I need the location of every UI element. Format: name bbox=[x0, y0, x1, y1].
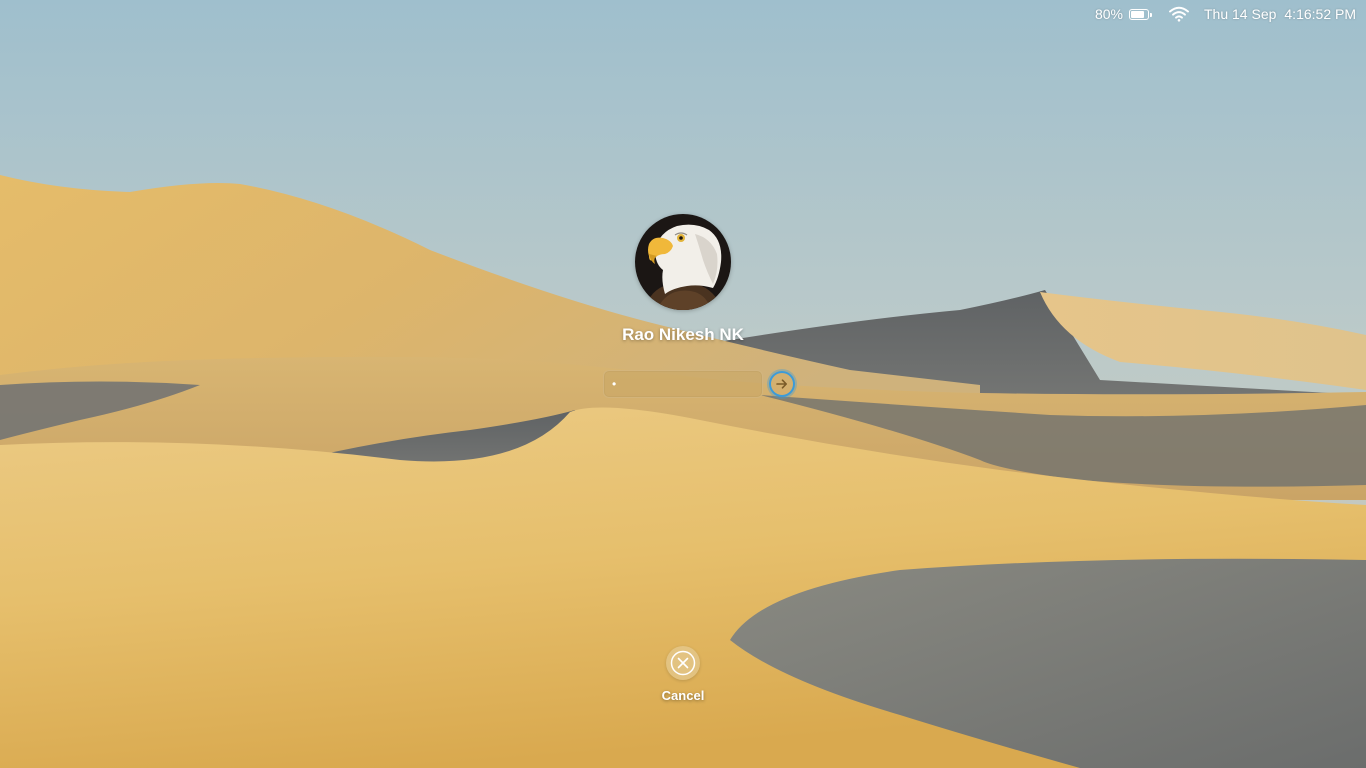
cancel-circle[interactable] bbox=[666, 646, 700, 680]
battery-icon bbox=[1129, 8, 1152, 20]
user-avatar[interactable] bbox=[635, 214, 731, 310]
battery-percentage: 80% bbox=[1094, 6, 1123, 22]
status-bar: 80% Thu 14 Sep 4:16:52 PM bbox=[1095, 0, 1366, 28]
time-display[interactable]: 4:16:52 PM bbox=[1284, 6, 1356, 22]
cancel-button[interactable]: Cancel bbox=[653, 646, 713, 706]
user-name: Rao Nikesh NK bbox=[622, 325, 744, 344]
wifi-icon[interactable] bbox=[1169, 6, 1189, 22]
arrow-right-icon bbox=[776, 379, 787, 389]
battery-fill bbox=[1131, 10, 1144, 18]
password-dots: • bbox=[612, 377, 619, 391]
date-display[interactable]: Thu 14 Sep bbox=[1204, 6, 1276, 22]
password-field[interactable]: • bbox=[603, 370, 763, 398]
cancel-label: Cancel bbox=[661, 688, 705, 703]
login-submit-button[interactable] bbox=[769, 371, 795, 397]
close-circle-icon bbox=[670, 650, 696, 676]
battery-status[interactable]: 80% bbox=[1094, 6, 1152, 22]
login-screen: 80% Thu 14 Sep 4:16:52 PM Rao Nikesh NK … bbox=[0, 0, 1366, 768]
eagle-avatar-icon bbox=[635, 214, 731, 310]
